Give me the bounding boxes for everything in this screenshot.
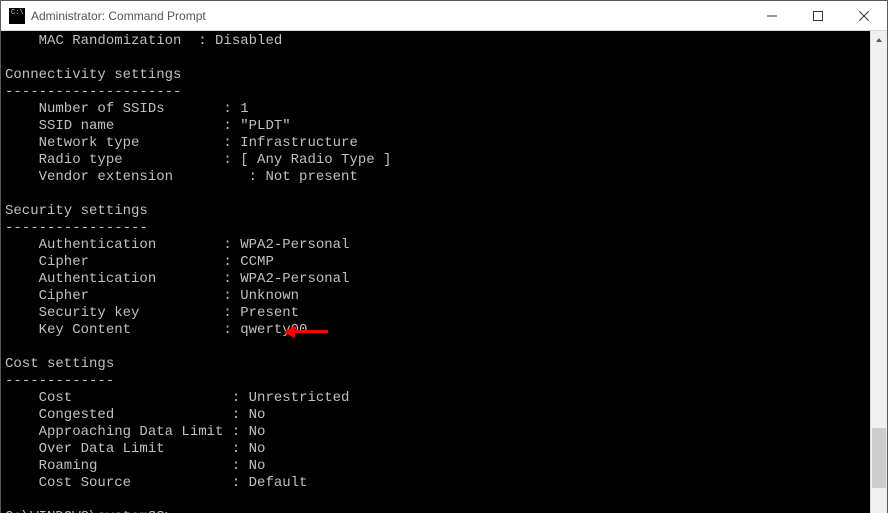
- scroll-up-button[interactable]: [871, 31, 887, 48]
- client-area: MAC Randomization : Disabled Connectivit…: [1, 31, 887, 513]
- scroll-thumb[interactable]: [872, 428, 886, 488]
- window-title: Administrator: Command Prompt: [31, 9, 206, 23]
- cmd-icon: [9, 8, 25, 24]
- command-prompt-window: Administrator: Command Prompt MAC Random…: [0, 0, 888, 513]
- scroll-track[interactable]: [871, 48, 887, 511]
- maximize-button[interactable]: [795, 1, 841, 31]
- minimize-button[interactable]: [749, 1, 795, 31]
- vertical-scrollbar[interactable]: [870, 31, 887, 513]
- terminal-output[interactable]: MAC Randomization : Disabled Connectivit…: [1, 31, 870, 513]
- prompt[interactable]: C:\WINDOWS\system32>: [5, 509, 173, 513]
- close-button[interactable]: [841, 1, 887, 31]
- titlebar[interactable]: Administrator: Command Prompt: [1, 1, 887, 31]
